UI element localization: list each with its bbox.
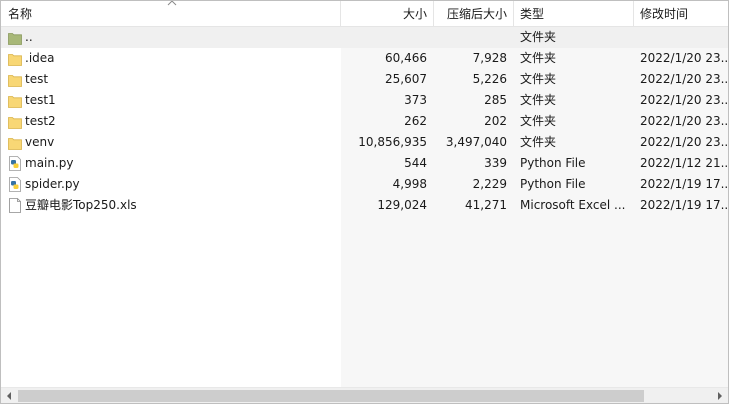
- file-size: 10,856,935: [358, 135, 427, 149]
- file-compressed-size: 5,226: [472, 72, 507, 86]
- column-header-compressed-size[interactable]: 压缩后大小: [434, 1, 514, 26]
- column-header-name[interactable]: 名称: [1, 1, 341, 26]
- file-modified: 2022/1/20 23...: [640, 114, 728, 128]
- file-name: test1: [25, 93, 56, 107]
- file-type: 文件夹: [520, 114, 557, 128]
- scroll-right-arrow-icon: [718, 392, 722, 400]
- file-compressed-size: [434, 27, 514, 48]
- file-name: main.py: [25, 156, 74, 170]
- file-modified: 2022/1/12 21...: [640, 156, 728, 170]
- file-type: 文件夹: [520, 51, 557, 65]
- file-list: .. 文件夹 .idea 60,466 7,928 文件夹 2022/1/20 23... t…: [1, 27, 728, 216]
- file-type: Python File: [520, 156, 586, 170]
- column-header-type[interactable]: 类型: [514, 1, 634, 26]
- file-row[interactable]: spider.py 4,998 2,229 Python File 2022/1/19 …: [1, 174, 728, 195]
- file-size: 544: [404, 156, 427, 170]
- file-compressed-size: 2,229: [472, 177, 507, 191]
- file-type: 文件夹: [520, 30, 557, 44]
- sort-ascending-icon: [167, 1, 177, 6]
- file-modified: 2022/1/20 23...: [640, 72, 728, 86]
- file-row[interactable]: .idea 60,466 7,928 文件夹 2022/1/20 23...: [1, 48, 728, 69]
- file-name: spider.py: [25, 177, 80, 191]
- file-row[interactable]: 豆瓣电影Top250.xls 129,024 41,271 Microsoft Exc…: [1, 195, 728, 216]
- file-compressed-size: 339: [484, 156, 507, 170]
- file-row[interactable]: test 25,607 5,226 文件夹 2022/1/20 23...: [1, 69, 728, 90]
- file-name: venv: [25, 135, 55, 149]
- column-header-compressed-size-label: 压缩后大小: [446, 7, 507, 21]
- file-modified: 2022/1/20 23...: [640, 135, 728, 149]
- file-size: 129,024: [377, 198, 427, 212]
- file-compressed-size: 3,497,040: [445, 135, 507, 149]
- scroll-left-button[interactable]: [1, 388, 17, 403]
- column-header-name-label: 名称: [8, 7, 33, 21]
- column-header-modified-label: 修改时间: [640, 7, 689, 21]
- file-modified: 2022/1/19 17...: [640, 198, 728, 212]
- file-type: 文件夹: [520, 72, 557, 86]
- file-name: 豆瓣电影Top250.xls: [25, 198, 137, 212]
- file-compressed-size: 41,271: [465, 198, 507, 212]
- file-size: [341, 27, 434, 48]
- file-modified: 2022/1/20 23...: [640, 51, 728, 65]
- scroll-right-button[interactable]: [712, 388, 728, 403]
- file-type: Python File: [520, 177, 586, 191]
- file-compressed-size: 7,928: [472, 51, 507, 65]
- column-header-bar: 名称 大小 压缩后大小 类型 修改时间: [1, 1, 728, 27]
- file-size: 60,466: [385, 51, 427, 65]
- file-list-window: 名称 大小 压缩后大小 类型 修改时间 .. 文件夹 .idea 60,466 7,92…: [0, 0, 729, 404]
- file-size: 262: [404, 114, 427, 128]
- horizontal-scrollbar[interactable]: [1, 387, 728, 403]
- file-modified: 2022/1/19 17...: [640, 177, 728, 191]
- parent-directory-row[interactable]: .. 文件夹: [1, 27, 728, 48]
- column-header-size[interactable]: 大小: [341, 1, 434, 26]
- file-row[interactable]: test1 373 285 文件夹 2022/1/20 23...: [1, 90, 728, 111]
- file-name: test: [25, 72, 49, 86]
- file-size: 373: [404, 93, 427, 107]
- file-modified: 2022/1/20 23...: [640, 93, 728, 107]
- file-compressed-size: 285: [484, 93, 507, 107]
- file-row[interactable]: venv 10,856,935 3,497,040 文件夹 2022/1/20 23..…: [1, 132, 728, 153]
- column-header-type-label: 类型: [520, 7, 545, 21]
- file-name: ..: [25, 30, 33, 44]
- file-row[interactable]: test2 262 202 文件夹 2022/1/20 23...: [1, 111, 728, 132]
- column-header-size-label: 大小: [402, 7, 427, 21]
- file-type: 文件夹: [520, 93, 557, 107]
- file-name: test2: [25, 114, 56, 128]
- file-row[interactable]: main.py 544 339 Python File 2022/1/12 21...: [1, 153, 728, 174]
- file-size: 25,607: [385, 72, 427, 86]
- file-type: Microsoft Excel ...: [520, 198, 626, 212]
- column-header-modified[interactable]: 修改时间: [634, 1, 728, 26]
- file-name: .idea: [25, 51, 55, 65]
- file-compressed-size: 202: [484, 114, 507, 128]
- file-type: 文件夹: [520, 135, 557, 149]
- scrollbar-thumb[interactable]: [18, 390, 644, 402]
- file-modified: [634, 27, 728, 48]
- scroll-left-arrow-icon: [7, 392, 11, 400]
- file-size: 4,998: [392, 177, 427, 191]
